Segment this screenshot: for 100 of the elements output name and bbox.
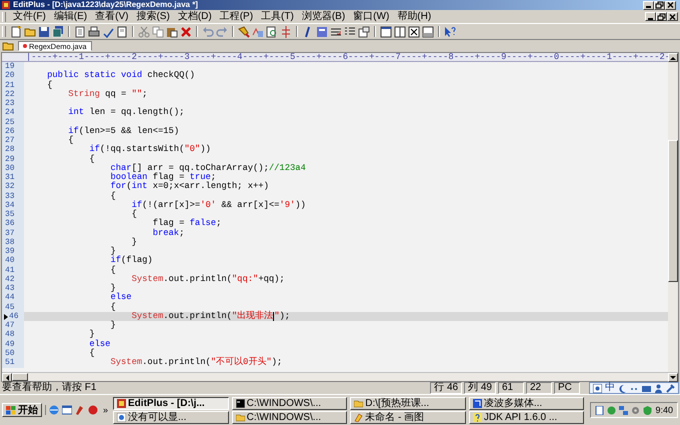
taskbar-button[interactable]: 凌波多媒体... [468,396,584,410]
taskbar-button[interactable]: 未命名 - 画图 [350,410,466,424]
code-line: System.out.println("不可以0开头"); [109,358,284,368]
keyboard-icon[interactable] [642,384,651,392]
minimize-icon [646,6,651,8]
more-button[interactable]: » [101,405,110,415]
code-line: { [109,192,117,201]
word-wrap-icon[interactable] [330,26,342,38]
scroll-down-button[interactable] [668,373,678,382]
app-icon [2,1,10,9]
code-line: if(!qq.startsWith("0")) [88,145,212,154]
status-field: 行 46 [430,382,462,394]
line-number: 48 [2,330,24,340]
code-line: } [88,330,96,340]
input-mode-toggle[interactable]: 中 [605,382,615,394]
code-line: boolean flag = true; [109,173,216,182]
menu-item[interactable]: 工具(T) [257,10,298,22]
close-button[interactable] [667,12,678,21]
disks-icon[interactable] [52,26,64,38]
minimize-button[interactable] [645,12,656,21]
clock: 9:40 [655,405,673,415]
folder-icon[interactable] [24,26,36,38]
restore-button[interactable] [654,0,665,10]
start-button[interactable]: 开始 [2,403,42,417]
document-frame-icon[interactable] [116,26,128,38]
taskbar-button[interactable]: EditPlus - [D:\j... [113,396,229,410]
code-line: { [88,348,96,358]
printer-icon[interactable] [88,26,100,38]
code-line: } [109,284,116,293]
code-line: break; [152,228,186,238]
status-field: PC [554,382,580,394]
code-line: } [109,247,116,256]
line-numbers-icon[interactable] [344,26,356,38]
scrollbar-thumb[interactable] [12,373,28,381]
menu-item[interactable]: 搜索(S) [132,10,174,22]
help-book-icon [472,412,482,422]
window-icon[interactable] [62,405,72,415]
code-line: { [88,154,96,164]
code-line: flag = false; [152,219,222,228]
panel-icon[interactable] [380,26,392,38]
new-document-icon[interactable] [10,26,22,38]
menu-item[interactable]: 浏览器(B) [298,10,350,22]
menu-item[interactable]: 工程(P) [216,10,258,22]
split-panel-icon[interactable] [394,26,406,38]
code-line: String qq = ""; [67,90,148,100]
flag-icon [6,406,16,414]
scroll-up-button[interactable] [668,53,678,62]
close-button[interactable] [665,0,676,10]
taskbar-button[interactable]: C:\WINDOWS\... [232,396,348,410]
line-number: 32 [2,182,24,192]
code-line: { [130,210,138,220]
browser-page-icon [117,412,126,422]
wrench-icon[interactable] [666,384,675,392]
code-line: else [88,340,112,348]
network-icon[interactable] [619,406,628,414]
help-pointer-icon[interactable] [444,26,456,38]
line-number: 28 [2,145,24,155]
code-line: } [109,321,117,330]
person-icon[interactable] [654,384,663,392]
media-player-icon [472,398,482,408]
menu-item[interactable]: 查看(V) [91,10,132,22]
folder-icon [354,398,364,408]
menu-item[interactable]: 文档(D) [174,10,216,22]
scrollbar-thumb[interactable] [668,140,678,282]
code-line: { [67,136,75,146]
window-title: EditPlus - [D:\java1223\day25\RegexDemo.java *] [13,0,198,10]
taskbar-button[interactable]: 没有可以显... [113,410,229,424]
line-number: 40 [2,256,24,266]
code-line: if(len>=5 && len<=15) [67,126,180,136]
status-field: 22 [526,382,552,394]
line-number: 24 [2,108,24,118]
code-line: if(flag) [109,256,154,266]
taskbar-button[interactable]: C:\WINDOWS\... [232,410,348,424]
close-window-icon[interactable] [408,26,420,38]
code-line: public static void checkQQ() [46,71,196,80]
down-arrow-icon [670,376,676,380]
menu-item[interactable]: 文件(F) [9,10,50,22]
taskbar-button[interactable]: D:\[预热班课... [350,396,466,410]
minimize-button[interactable] [643,0,654,10]
taskbar-button[interactable]: JDK API 1.6.0 ... [468,410,584,424]
ball-icon[interactable] [88,405,98,415]
code-line: char[] arr = qq.toCharArray();//123a4 [109,164,307,173]
menu-item[interactable]: 窗口(W) [349,10,394,22]
code-line: if(!(arr[x]>='0' && arr[x]<='9')) [130,200,307,210]
gear-icon[interactable] [631,406,640,414]
document-icon[interactable] [595,406,604,414]
moon-icon[interactable] [618,384,627,392]
code-line: System.out.println("qq:"+qq); [130,274,286,284]
scroll-left-button[interactable] [2,373,12,382]
page-icon[interactable] [74,26,86,38]
clipboard-icon[interactable] [166,26,178,38]
page-lens-icon[interactable] [266,26,278,38]
menu-item[interactable]: 帮助(H) [393,10,436,22]
ime-logo-icon[interactable] [593,384,602,392]
close-icon [668,12,677,20]
close-icon [666,1,675,9]
editor-app-icon [117,398,126,408]
menu-item[interactable]: 编辑(E) [50,10,92,22]
cross-icon[interactable] [180,26,192,38]
restore-button[interactable] [656,12,667,21]
